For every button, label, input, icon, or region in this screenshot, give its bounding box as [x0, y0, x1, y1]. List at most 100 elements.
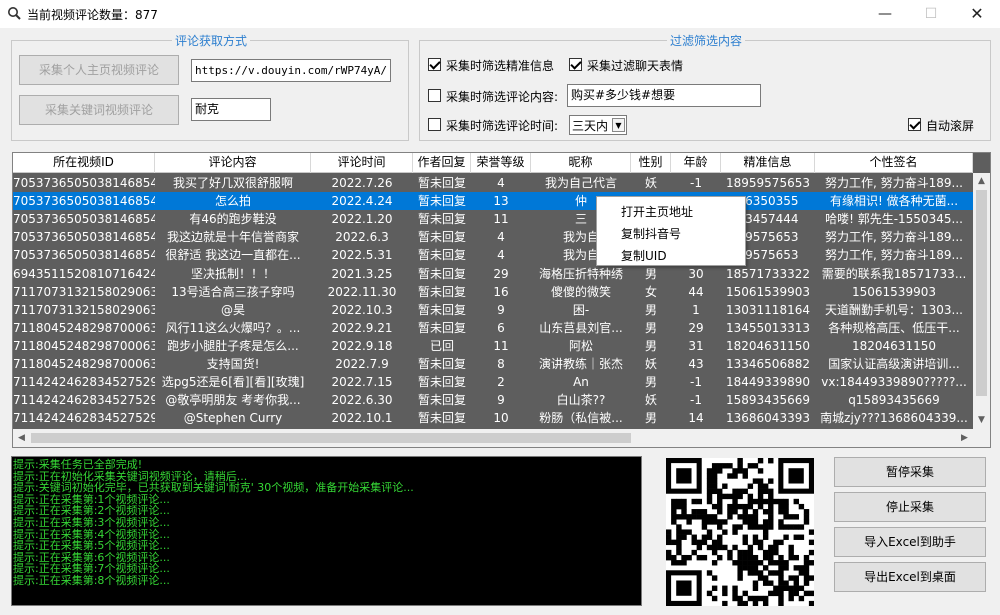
table-cell: 8 [497, 357, 505, 371]
vertical-scroll-thumb[interactable] [976, 190, 987, 396]
vertical-scrollbar[interactable]: ▲ ▼ [973, 173, 990, 429]
menu-item-copy-uid[interactable]: 复制UID [621, 247, 667, 264]
horizontal-scrollbar[interactable]: ◀ ▶ [13, 429, 990, 447]
precise-filter-label: 采集时筛选精准信息 [446, 59, 555, 73]
table-cell: 男 [644, 375, 657, 390]
table-cell: 暂未回复 [417, 375, 466, 390]
table-cell: 山东莒县刘官... [539, 320, 623, 335]
column-header[interactable]: 所在视频ID [13, 153, 155, 173]
export-excel-button[interactable]: 导出Excel到桌面 [834, 562, 986, 592]
qr-code [666, 458, 815, 607]
collect-keyword-button[interactable]: 采集关键词视频评论 [19, 95, 179, 125]
table-cell: 29 [688, 320, 704, 335]
collect-personal-button[interactable]: 采集个人主页视频评论 [19, 55, 179, 85]
table-cell: 7117073132158029063 [13, 284, 155, 299]
table-cell: -1 [690, 393, 702, 408]
column-header[interactable]: 性别 [631, 153, 671, 173]
chevron-down-icon[interactable]: ▼ [612, 118, 625, 132]
column-header[interactable]: 作者回复 [413, 153, 471, 173]
filter-group-title: 过滤筛选内容 [667, 32, 746, 49]
table-cell: q15893435669 [848, 393, 940, 408]
table-cell: 7117073132158029063 [13, 302, 155, 317]
table-cell: 我这边就是十年信誉商家 [166, 230, 299, 245]
table-row[interactable]: 7117073132158029063 13号适合高三孩子穿吗 2022.11.30… [13, 283, 973, 301]
column-header[interactable]: 荣誉等级 [471, 153, 531, 173]
pause-button[interactable]: 暂停采集 [834, 457, 986, 487]
table-row[interactable]: 7114242462834527529 @敬亭明朋友 考考你我... 2022.6.… [13, 391, 973, 409]
table-cell: 2022.7.15 [331, 375, 393, 390]
table-cell: 2022.9.21 [331, 320, 393, 335]
table-cell: 支持国货! [206, 357, 260, 371]
comments-table[interactable]: 所在视频ID 评论内容 评论时间 作者回复 荣誉等级 昵称 性别 年龄 精准信息 个性签名 705… [12, 152, 991, 448]
column-header[interactable]: 个性签名 [815, 153, 973, 173]
table-row[interactable]: 7053736505038146854 很舒适 我这边一直都在... 2022.5.… [13, 246, 973, 264]
table-cell: 暂未回复 [417, 248, 466, 263]
table-cell: 暂未回复 [417, 266, 466, 281]
table-cell: 16 [493, 284, 509, 299]
time-filter-label: 采集时筛选评论时间: [446, 119, 559, 133]
time-check-box[interactable] [428, 118, 441, 131]
scroll-left-icon[interactable]: ◀ [13, 429, 30, 447]
table-cell: 暂未回复 [417, 320, 466, 335]
table-cell: 7053736505038146854 [13, 212, 155, 227]
autoscroll-check-box[interactable] [908, 118, 921, 131]
log-line: 提示:正在采集第:2个视频评论... [13, 504, 170, 518]
fetch-method-group: 评论获取方式 采集个人主页视频评论 https://v.douyin.com/r… [11, 32, 409, 141]
table-cell: 妖 [644, 357, 657, 371]
emoji-check-box[interactable] [569, 58, 582, 71]
table-row[interactable]: 7118045248298700063 风行11这么火爆吗？。... 2022.9.… [13, 319, 973, 337]
scroll-right-icon[interactable]: ▶ [956, 429, 973, 447]
table-cell: 2022.6.3 [335, 230, 389, 245]
magnifier-icon [8, 7, 21, 20]
table-cell: 努力工作, 努力奋斗189... [825, 248, 963, 263]
table-row[interactable]: 7053736505038146854 我买了好几双很舒服啊 2022.7.26 暂未… [13, 174, 973, 192]
title-bar: 当前视频评论数量：877 — ☐ ✕ [0, 0, 1000, 28]
table-cell: 暂未回复 [417, 230, 466, 245]
time-filter-select[interactable]: 三天内 ▼ [569, 115, 627, 135]
table-cell: 演讲教练｜张杰 [538, 357, 623, 371]
column-header[interactable]: 昵称 [531, 153, 631, 173]
table-cell: 妖 [644, 393, 657, 408]
log-line: 提示:关键词初始化完毕，已共获取到关键词'耐克' 30个视频，准备开始采集评论.… [13, 481, 414, 495]
table-row[interactable]: 7053736505038146854 有46的跑步鞋没 2022.1.20 暂未回复… [13, 210, 973, 228]
table-cell: 15061539903 [726, 284, 810, 299]
comment-filter-input[interactable]: 购买#多少钱#想要 [567, 84, 761, 107]
scroll-up-icon[interactable]: ▲ [973, 173, 990, 190]
column-header[interactable]: 评论内容 [155, 153, 311, 173]
column-header[interactable]: 评论时间 [311, 153, 413, 173]
column-header[interactable]: 年龄 [671, 153, 721, 173]
column-header[interactable]: 精准信息 [721, 153, 815, 173]
menu-item-copy-douyin-id[interactable]: 复制抖音号 [621, 225, 681, 242]
log-console[interactable]: 提示:采集任务已全部完成! 提示:正在初始化采集关键词视频评论，请稍后... 提示:… [11, 456, 642, 606]
table-cell: 4 [497, 248, 505, 263]
table-row[interactable]: 7114242462834527529 @Stephen Curry 2022.10… [13, 409, 973, 427]
table-row[interactable]: 7114242462834527529 选pg5还是6[看][看][玫瑰] 2022… [13, 373, 973, 391]
menu-item-open-homepage[interactable]: 打开主页地址 [621, 203, 693, 220]
table-row[interactable]: 7118045248298700063 支持国货! 2022.7.9 暂未回复 8 演讲教… [13, 355, 973, 373]
stop-button[interactable]: 停止采集 [834, 492, 986, 522]
table-cell: 各种规格高压、低压干... [828, 320, 960, 335]
table-cell: 暂未回复 [417, 176, 466, 190]
table-cell: 努力工作, 努力奋斗189... [825, 176, 963, 190]
table-cell: 很舒适 我这边一直都在... [165, 248, 301, 263]
horizontal-scroll-thumb[interactable] [31, 433, 631, 443]
table-row[interactable]: 7053736505038146854 怎么拍 2022.4.24 暂未回复 13 仲 06… [13, 192, 973, 211]
precise-check-box[interactable] [428, 58, 441, 71]
table-cell: 7118045248298700063 [13, 320, 155, 335]
close-button[interactable]: ✕ [954, 0, 1000, 28]
scroll-down-icon[interactable]: ▼ [973, 412, 990, 429]
import-excel-button[interactable]: 导入Excel到助手 [834, 527, 986, 557]
table-row[interactable]: 7117073132158029063 @昊 2022.10.3 暂未回复 9 困- 男 1 1… [13, 301, 973, 319]
table-cell: 跑步小腿肚子疼是怎么... [167, 338, 299, 353]
table-cell: @昊 [220, 302, 245, 317]
table-row[interactable]: 7118045248298700063 跑步小腿肚子疼是怎么... 2022.9.1… [13, 337, 973, 355]
maximize-button[interactable]: ☐ [908, 0, 954, 28]
comment-check-box[interactable] [428, 89, 441, 102]
table-row[interactable]: 6943511520810716424 坚决抵制！！！ 2021.3.25 暂未回复 2… [13, 265, 973, 283]
url-input[interactable]: https://v.douyin.com/rWP74yA/ [191, 59, 391, 82]
table-cell: 18449339890 [726, 375, 810, 390]
minimize-button[interactable]: — [862, 0, 908, 28]
table-row[interactable]: 7053736505038146854 我这边就是十年信誉商家 2022.6.3 暂未… [13, 228, 973, 246]
keyword-input[interactable]: 耐克 [191, 98, 271, 121]
table-cell: 14 [688, 411, 704, 426]
